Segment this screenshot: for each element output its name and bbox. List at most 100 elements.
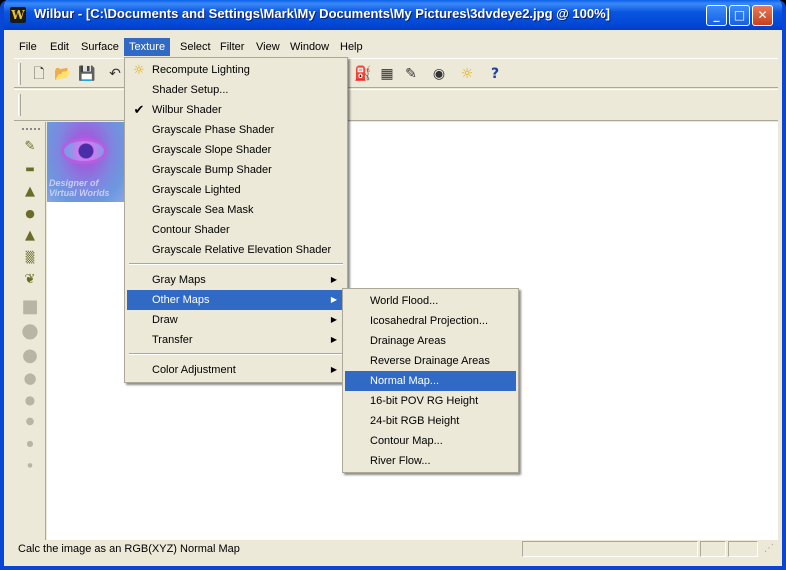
- window-title: Wilbur - [C:\Documents and Settings\Mark…: [34, 6, 611, 21]
- menu-item-grayscale-slope-shader[interactable]: Grayscale Slope Shader: [127, 140, 345, 160]
- wilbur-app-icon[interactable]: W: [10, 7, 26, 23]
- menu-item-grayscale-sea-mask[interactable]: Grayscale Sea Mask: [127, 200, 345, 220]
- title-bar[interactable]: W Wilbur - [C:\Documents and Settings\Ma…: [4, 0, 782, 30]
- menu-item-label: Shader Setup...: [152, 84, 229, 96]
- round-brush-1-icon[interactable]: ●: [14, 345, 46, 367]
- menu-item-label: Grayscale Sea Mask: [152, 204, 254, 216]
- status-panel-2: [700, 541, 726, 557]
- submenu-arrow-icon: ▶: [330, 365, 337, 374]
- submenu-arrow-icon: ▶: [330, 295, 337, 304]
- save-icon[interactable]: 💾: [76, 63, 98, 85]
- status-bar: Calc the image as an RGB(XYZ) Normal Map…: [14, 540, 778, 558]
- menu-item-label: Grayscale Relative Elevation Shader: [152, 244, 332, 256]
- main-window: W Wilbur - [C:\Documents and Settings\Ma…: [0, 0, 786, 570]
- square-brush-icon[interactable]: ■: [14, 296, 46, 318]
- brush-tool-icon[interactable]: ✎: [14, 136, 46, 158]
- menu-edit[interactable]: Edit: [45, 38, 74, 56]
- valley-tool-icon[interactable]: ▬: [14, 159, 46, 181]
- submenu-item-world-flood[interactable]: World Flood...: [345, 291, 516, 311]
- menu-filter[interactable]: Filter: [215, 38, 249, 56]
- menu-separator: [129, 263, 343, 265]
- thumbnail-caption-line1: Designer of: [49, 178, 99, 188]
- pencil-icon[interactable]: ✎: [400, 63, 422, 85]
- palette-grip[interactable]: [22, 128, 40, 130]
- sun-icon: ☼: [133, 63, 145, 78]
- menu-item-draw[interactable]: Draw ▶: [127, 310, 345, 330]
- leaf-tool-icon[interactable]: ❦: [14, 269, 46, 291]
- menu-item-recompute-lighting[interactable]: ☼ Recompute Lighting: [127, 60, 345, 80]
- thumbnail-caption-line2: Virtual Worlds: [49, 188, 110, 198]
- menu-item-grayscale-relative-elevation-shader[interactable]: Grayscale Relative Elevation Shader: [127, 240, 345, 260]
- status-text: Calc the image as an RGB(XYZ) Normal Map: [18, 543, 240, 555]
- menu-item-label: Color Adjustment: [152, 364, 236, 376]
- menu-texture[interactable]: Texture: [124, 38, 171, 56]
- menu-item-grayscale-bump-shader[interactable]: Grayscale Bump Shader: [127, 160, 345, 180]
- menu-item-transfer[interactable]: Transfer ▶: [127, 330, 345, 350]
- drop-tool-icon[interactable]: ●: [14, 203, 46, 225]
- fill-icon[interactable]: ⛽: [352, 63, 374, 85]
- undo-icon[interactable]: ↶: [104, 63, 126, 85]
- round-brush-large-icon[interactable]: ●: [14, 319, 46, 341]
- round-brush-5-icon[interactable]: ●: [14, 433, 46, 455]
- noise-tool-icon[interactable]: ▒: [14, 247, 46, 269]
- globe-icon[interactable]: ◉: [428, 63, 450, 85]
- menu-item-grayscale-lighted[interactable]: Grayscale Lighted: [127, 180, 345, 200]
- menu-item-label: Draw: [152, 314, 178, 326]
- cone-tool-icon[interactable]: ▲: [14, 225, 46, 247]
- maximize-button[interactable]: □: [729, 5, 750, 26]
- menu-item-label: Transfer: [152, 334, 193, 346]
- round-brush-3-icon[interactable]: ●: [14, 389, 46, 411]
- submenu-item-normal-map[interactable]: Normal Map...: [345, 371, 516, 391]
- round-brush-6-icon[interactable]: ●: [14, 455, 46, 477]
- hill-tool-icon[interactable]: ▲: [14, 181, 46, 203]
- menu-item-gray-maps[interactable]: Gray Maps ▶: [127, 270, 345, 290]
- menu-item-color-adjustment[interactable]: Color Adjustment ▶: [127, 360, 345, 380]
- close-button[interactable]: ✕: [752, 5, 773, 26]
- new-icon[interactable]: 🗋: [28, 63, 50, 85]
- submenu-item-reverse-drainage-areas[interactable]: Reverse Drainage Areas: [345, 351, 516, 371]
- submenu-item-river-flow[interactable]: River Flow...: [345, 451, 516, 471]
- submenu-arrow-icon: ▶: [330, 275, 337, 284]
- texture-menu-dropdown: ☼ Recompute Lighting Shader Setup... ✔ W…: [124, 57, 348, 383]
- menu-item-wilbur-shader[interactable]: ✔ Wilbur Shader: [127, 100, 345, 120]
- submenu-item-icosahedral-projection[interactable]: Icosahedral Projection...: [345, 311, 516, 331]
- menu-item-label: Recompute Lighting: [152, 64, 250, 76]
- checkmark-icon: ✔: [133, 103, 145, 118]
- submenu-arrow-icon: ▶: [330, 315, 337, 324]
- menu-item-label: Grayscale Bump Shader: [152, 164, 272, 176]
- menu-item-grayscale-phase-shader[interactable]: Grayscale Phase Shader: [127, 120, 345, 140]
- eye-graphic: [61, 138, 107, 164]
- submenu-item-contour-map[interactable]: Contour Map...: [345, 431, 516, 451]
- menu-select[interactable]: Select: [175, 38, 216, 56]
- image-thumbnail[interactable]: Designer of Virtual Worlds: [47, 122, 124, 202]
- toolbar-grip[interactable]: [18, 63, 21, 85]
- round-brush-2-icon[interactable]: ●: [14, 367, 46, 389]
- minimize-button[interactable]: _: [706, 5, 727, 26]
- round-brush-4-icon[interactable]: ●: [14, 411, 46, 433]
- menu-item-label: Grayscale Lighted: [152, 184, 241, 196]
- menu-window[interactable]: Window: [285, 38, 334, 56]
- light-icon[interactable]: ☼: [456, 63, 478, 85]
- status-panel-1: [522, 541, 698, 557]
- menu-view[interactable]: View: [251, 38, 285, 56]
- resize-grip[interactable]: ⋰: [764, 543, 776, 555]
- menu-item-label: Gray Maps: [152, 274, 206, 286]
- status-panel-3: [728, 541, 758, 557]
- submenu-item-16bit-pov-rg-height[interactable]: 16-bit POV RG Height: [345, 391, 516, 411]
- submenu-item-drainage-areas[interactable]: Drainage Areas: [345, 331, 516, 351]
- menu-item-contour-shader[interactable]: Contour Shader: [127, 220, 345, 240]
- gradient-icon[interactable]: ▦: [376, 63, 398, 85]
- menu-help[interactable]: Help: [335, 38, 368, 56]
- menu-item-other-maps[interactable]: Other Maps ▶: [127, 290, 345, 310]
- submenu-item-24bit-rgb-height[interactable]: 24-bit RGB Height: [345, 411, 516, 431]
- menu-file[interactable]: File: [14, 38, 42, 56]
- toolbar-grip[interactable]: [18, 94, 21, 116]
- menu-separator: [129, 353, 343, 355]
- thumbnail-caption: Designer of Virtual Worlds: [49, 178, 124, 198]
- submenu-arrow-icon: ▶: [330, 335, 337, 344]
- open-icon[interactable]: 📂: [52, 63, 74, 85]
- menu-surface[interactable]: Surface: [76, 38, 124, 56]
- help-icon[interactable]: ?: [484, 63, 506, 85]
- menu-item-shader-setup[interactable]: Shader Setup...: [127, 80, 345, 100]
- menu-item-label: Contour Shader: [152, 224, 230, 236]
